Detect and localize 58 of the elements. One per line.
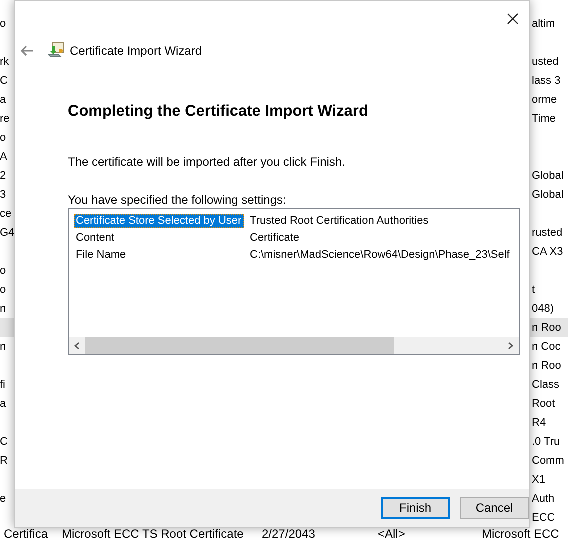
list-cell: o: [0, 264, 6, 276]
list-cell: orme: [532, 94, 558, 106]
list-cell: X1: [532, 474, 546, 486]
list-cell: usted: [532, 56, 559, 68]
scroll-left-icon[interactable]: [74, 342, 80, 350]
dialog-button[interactable]: Finish: [381, 497, 450, 519]
list-cell: Global: [532, 170, 564, 182]
list-cell: C: [0, 436, 8, 448]
list-cell: R4: [532, 416, 546, 428]
list-cell: Auth: [532, 492, 555, 504]
scroll-right-icon[interactable]: [508, 342, 514, 350]
list-cell: ECC: [532, 512, 556, 524]
list-cell: <All>: [378, 527, 406, 541]
list-cell: fi: [0, 378, 6, 390]
certificate-icon: [48, 42, 66, 60]
list-cell: lass 3: [532, 74, 561, 86]
setting-name[interactable]: Certificate Store Selected by User: [74, 214, 244, 228]
close-icon[interactable]: [507, 13, 519, 25]
list-cell: R: [0, 454, 8, 466]
settings-list[interactable]: Certificate Store Selected by User Trusted Root Certification Authorities Content Certificate File Name C:\misner\MadScience\Row64\Design\Phase_23\Self: [68, 208, 520, 355]
list-cell: altim: [532, 18, 556, 30]
list-cell: Microsoft ECC TS Root Certificate: [62, 527, 244, 541]
dialog-title: Certificate Import Wizard: [70, 44, 202, 58]
list-cell: a: [0, 398, 6, 410]
list-cell: o: [0, 284, 6, 296]
horizontal-scrollbar[interactable]: [69, 337, 519, 354]
intro-text: The certificate will be imported after you click Finish.: [68, 155, 346, 170]
list-cell: e: [0, 492, 6, 504]
list-cell: Microsoft ECC: [482, 527, 560, 541]
setting-value: C:\misner\MadScience\Row64\Design\Phase_23\Self: [250, 248, 510, 260]
list-cell: Root: [532, 398, 556, 410]
list-cell: rk: [0, 56, 10, 68]
setting-name[interactable]: File Name: [74, 248, 128, 262]
list-cell: n Roo: [532, 360, 562, 372]
setting-value: Certificate: [250, 232, 300, 244]
list-cell: Certifica: [4, 527, 48, 541]
list-cell: 048): [532, 302, 554, 314]
list-cell: 2: [0, 170, 6, 182]
list-cell: t: [532, 284, 536, 296]
list-cell: o: [0, 132, 6, 144]
list-cell: a: [0, 94, 6, 106]
list-cell: Class: [532, 378, 560, 390]
scrollbar-thumb[interactable]: [85, 337, 394, 354]
list-cell: .0 Tru: [532, 436, 560, 448]
list-cell: C: [0, 74, 8, 86]
setting-name[interactable]: Content: [74, 230, 117, 244]
list-cell: n: [0, 340, 6, 352]
list-cell: n: [0, 302, 6, 314]
back-arrow-icon[interactable]: [20, 45, 34, 57]
list-cell: n Roo: [532, 322, 562, 334]
setting-value: Trusted Root Certification Authorities: [250, 214, 429, 226]
list-cell: Comm: [532, 454, 564, 466]
list-cell: o: [0, 18, 6, 30]
wizard-heading: Completing the Certificate Import Wizard: [68, 103, 370, 122]
settings-label: You have specified the following settings:: [68, 193, 288, 208]
dialog-button[interactable]: Cancel: [460, 497, 529, 519]
list-cell: n Coc: [532, 340, 561, 352]
list-cell: 2/27/2043: [262, 527, 316, 541]
